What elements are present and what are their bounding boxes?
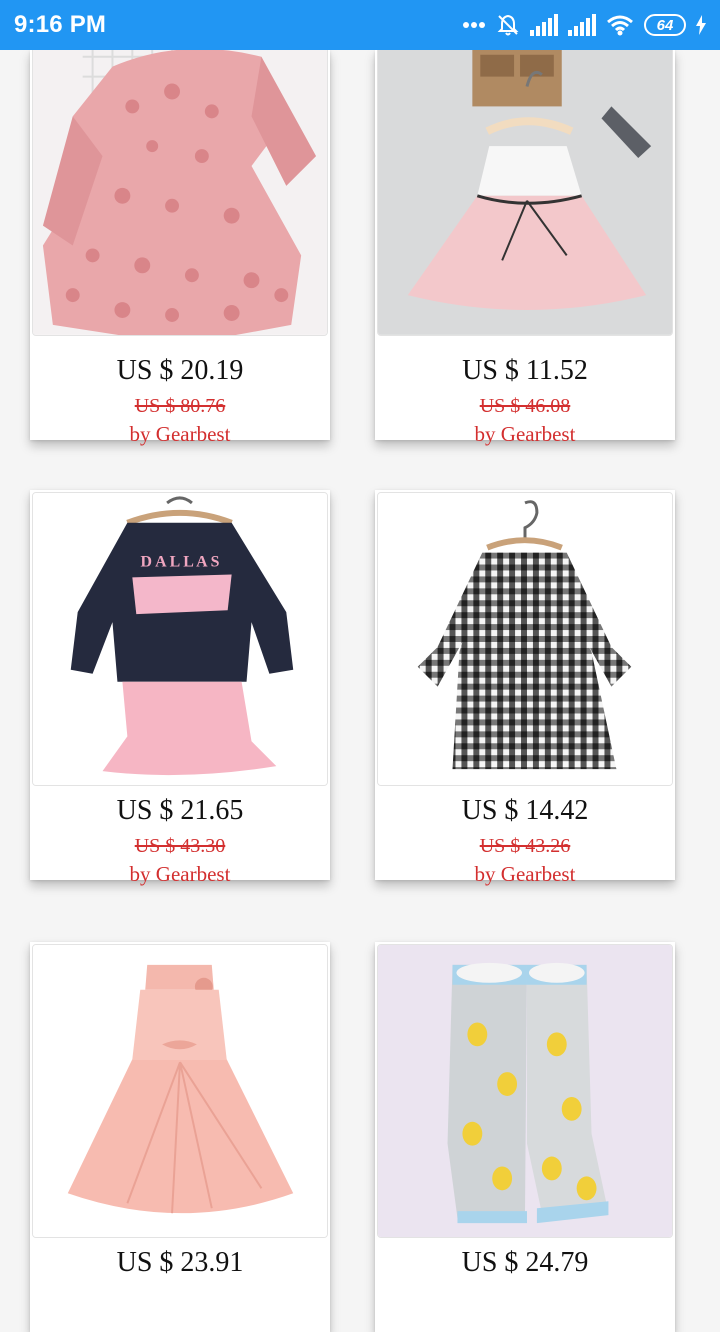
product-card[interactable]: US $ 11.52 US $ 46.08 by Gearbest <box>375 0 675 446</box>
product-price: US $ 24.79 <box>461 1247 589 1278</box>
original-price: US $ 43.30 <box>134 835 226 857</box>
product-image[interactable] <box>32 0 328 336</box>
product-image[interactable] <box>377 0 673 336</box>
original-price: US $ 43.26 <box>479 835 571 857</box>
product-card[interactable]: US $ 24.79 <box>375 942 675 1332</box>
seller-label: by Gearbest <box>129 422 231 446</box>
product-price: US $ 21.65 <box>116 795 244 826</box>
status-bar: 9:16 PM 64 <box>0 0 720 50</box>
product-card[interactable]: US $ 14.42 US $ 43.26 by Gearbest <box>375 490 675 886</box>
seller-label: by Gearbest <box>129 862 231 886</box>
product-price: US $ 14.42 <box>461 795 589 826</box>
dallas-sweatshirt-set-image: D A L L A S <box>33 493 327 785</box>
battery-icon: 64 <box>644 14 686 36</box>
gingham-dress-image <box>378 493 672 785</box>
seller-label: by Gearbest <box>474 862 576 886</box>
original-price: US $ 80.76 <box>134 395 226 417</box>
cell-signal-icon <box>568 14 596 36</box>
seller-label: by Gearbest <box>474 422 576 446</box>
product-grid: US $ 20.19 US $ 80.76 by Gearbest US $ 1… <box>0 0 720 1332</box>
product-card[interactable]: US $ 20.19 US $ 80.76 by Gearbest <box>30 0 330 446</box>
bell-muted-icon <box>497 14 519 36</box>
pink-satin-dress-image <box>33 945 327 1237</box>
product-card[interactable]: US $ 23.91 <box>30 942 330 1332</box>
pink-lace-dress-image <box>33 0 327 335</box>
product-image[interactable] <box>32 944 328 1238</box>
wifi-icon <box>607 15 633 36</box>
svg-text:D A L L A S: D A L L A S <box>141 553 220 570</box>
product-price: US $ 20.19 <box>116 355 244 386</box>
original-price: US $ 46.08 <box>479 395 571 417</box>
status-icons: 64 <box>462 13 706 37</box>
pineapple-rain-boots-image <box>378 945 672 1237</box>
white-pink-tulle-dress-image <box>378 0 672 335</box>
more-dots-icon <box>463 22 485 28</box>
charging-bolt-icon <box>696 15 706 35</box>
status-time: 9:16 PM <box>14 11 107 38</box>
cell-signal-icon <box>530 14 558 36</box>
product-image[interactable]: D A L L A S <box>32 492 328 786</box>
product-image[interactable] <box>377 492 673 786</box>
product-card[interactable]: D A L L A S US $ 21.65 US $ 43.30 by Gea… <box>30 490 330 886</box>
product-image[interactable] <box>377 944 673 1238</box>
product-price: US $ 11.52 <box>462 355 588 386</box>
product-price: US $ 23.91 <box>116 1247 244 1278</box>
